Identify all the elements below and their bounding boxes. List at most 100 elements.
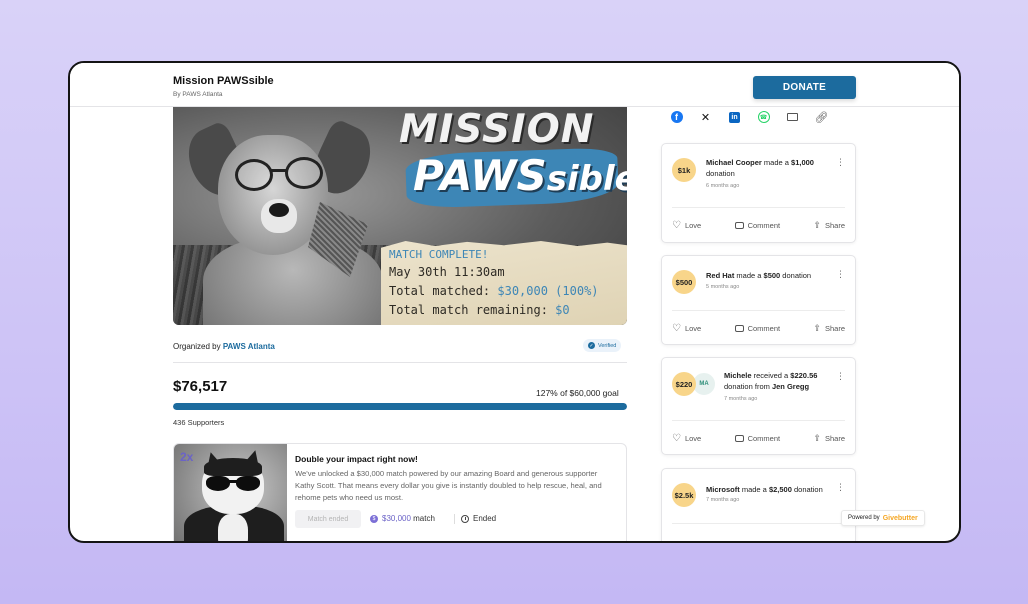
organizer-line: Organized by PAWS Atlanta [173, 342, 275, 351]
donation-avatar: $1k [672, 158, 696, 182]
activity-time: 7 months ago [724, 396, 758, 402]
activity-card: MA $220 Michele received a $220.56 donat… [661, 357, 856, 455]
match-card: 2x Double your impact right now! We've u… [173, 443, 627, 541]
progress-bar [173, 403, 627, 410]
donation-avatar: $220 [672, 372, 696, 396]
hero-image: MISSION PAWSsible MATCH COMPLETE! May 30… [173, 107, 627, 325]
activity-card: $500 Red Hat made a $500 donation 5 mont… [661, 255, 856, 345]
match-amount-suffix: match [410, 514, 435, 523]
more-options-icon[interactable]: ⋮ [836, 270, 845, 279]
share-label: Share [824, 323, 845, 333]
campaign-byline[interactable]: By PAWS Atlanta [173, 91, 223, 98]
more-options-icon[interactable]: ⋮ [836, 158, 845, 167]
activity-verb: made a [761, 158, 792, 167]
match-ended-button[interactable]: Match ended [295, 510, 361, 528]
verified-label: Verified [598, 342, 617, 349]
donor-name[interactable]: Jen Gregg [772, 382, 809, 391]
activity-time: 7 months ago [706, 497, 740, 503]
more-options-icon[interactable]: ⋮ [836, 483, 845, 492]
donor-name[interactable]: Michael Cooper [706, 158, 762, 167]
link-icon: 🔗︎ [814, 111, 829, 124]
activity-card: $1k Michael Cooper made a $1,000 donatio… [661, 143, 856, 243]
powered-by-badge[interactable]: Powered by Givebutter [841, 510, 925, 526]
activity-verb: made a [739, 485, 769, 494]
match-multiplier-badge: 2x [180, 450, 194, 464]
share-bar: f ✕ in ☎ 🔗︎ [662, 107, 836, 127]
heart-icon: ♡ [672, 432, 681, 444]
activity-verb: received a [751, 371, 791, 380]
hero-line-total-matched: Total matched: $30,000 (100%) [389, 284, 599, 298]
match-amount-value: $30,000 [382, 514, 411, 523]
love-button[interactable]: ♡ Love [672, 432, 701, 444]
comment-label: Comment [747, 433, 781, 443]
match-status-label: Ended [473, 514, 497, 523]
total-matched-value: $30,000 (100%) [497, 284, 599, 298]
donate-button[interactable]: DONATE [753, 76, 856, 99]
hero-line-date: May 30th 11:30am [389, 265, 505, 279]
donation-amount: $500 [763, 271, 781, 280]
love-button[interactable]: ♡ Love [672, 322, 701, 334]
comment-button[interactable]: Comment [734, 322, 780, 334]
recipient-name[interactable]: Michele [724, 371, 752, 380]
divider [173, 362, 627, 363]
donor-name[interactable]: Red Hat [706, 271, 734, 280]
love-label: Love [684, 433, 702, 443]
activity-text: Red Hat made a $500 donation [706, 270, 831, 281]
dog-glasses-bridge [271, 169, 287, 172]
comment-button[interactable]: Comment [734, 219, 780, 231]
comment-button[interactable]: Comment [734, 432, 781, 444]
donation-amount: $220.56 [790, 371, 818, 380]
share-icon: ⇪ [813, 432, 821, 443]
donation-amount: $2,500 [768, 485, 792, 494]
clock-icon [461, 514, 469, 523]
activity-suffix: donation [706, 169, 735, 178]
activity-suffix: donation from [724, 382, 772, 391]
more-options-icon[interactable]: ⋮ [836, 372, 845, 381]
share-button[interactable]: ⇪ Share [813, 219, 845, 231]
whatsapp-icon: ☎ [757, 111, 770, 123]
share-facebook[interactable]: f [662, 107, 691, 127]
browser-frame: Mission PAWSsible By PAWS Atlanta DONATE… [68, 61, 961, 543]
match-remaining-label: Total match remaining: [389, 303, 556, 317]
share-linkedin[interactable]: in [720, 107, 749, 127]
match-description: We've unlocked a $30,000 match powered b… [295, 469, 602, 502]
activity-suffix: donation [780, 271, 812, 280]
donation-avatar: $500 [672, 270, 696, 294]
check-icon: ✓ [588, 342, 595, 349]
sunglasses-right [236, 476, 260, 491]
card-divider [672, 207, 845, 208]
match-coin-icon: $ [370, 514, 378, 523]
donor-name[interactable]: Microsoft [706, 485, 740, 494]
campaign-header: Mission PAWSsible By PAWS Atlanta DONATE [70, 63, 959, 107]
card-actions: ♡ Love Comment ⇪ Share [672, 432, 845, 444]
share-button[interactable]: ⇪ Share [813, 322, 845, 334]
dog-nose [269, 203, 289, 217]
share-whatsapp[interactable]: ☎ [749, 107, 778, 127]
share-copy-link[interactable]: 🔗︎ [807, 107, 836, 127]
love-label: Love [684, 220, 702, 230]
hero-line-match-remaining: Total match remaining: $0 [389, 303, 570, 317]
love-button[interactable]: ♡ Love [672, 219, 701, 231]
cat-head-top [204, 458, 262, 476]
share-button[interactable]: ⇪ Share [813, 432, 845, 444]
campaign-title: Mission PAWSsible [173, 75, 274, 87]
mail-icon [787, 113, 798, 121]
match-separator [454, 514, 455, 524]
linkedin-icon: in [729, 111, 740, 123]
heart-icon: ♡ [672, 322, 681, 334]
share-x[interactable]: ✕ [691, 107, 720, 127]
verified-badge: ✓ Verified [583, 339, 622, 352]
share-email[interactable] [778, 107, 807, 127]
activity-time: 6 months ago [706, 183, 740, 189]
activity-text: Microsoft made a $2,500 donation [706, 484, 831, 495]
supporters-count[interactable]: 436 Supporters [173, 418, 224, 427]
progress-bar-fill [173, 403, 627, 410]
logo-sible-text: sible [546, 159, 627, 199]
dog-glasses-right [285, 157, 323, 189]
organizer-link[interactable]: PAWS Atlanta [223, 342, 275, 351]
share-icon: ⇪ [813, 219, 821, 230]
activity-suffix: donation [791, 485, 823, 494]
donation-amount: $1,000 [791, 158, 814, 167]
powered-prefix: Powered by [848, 515, 880, 521]
card-divider [672, 420, 845, 421]
